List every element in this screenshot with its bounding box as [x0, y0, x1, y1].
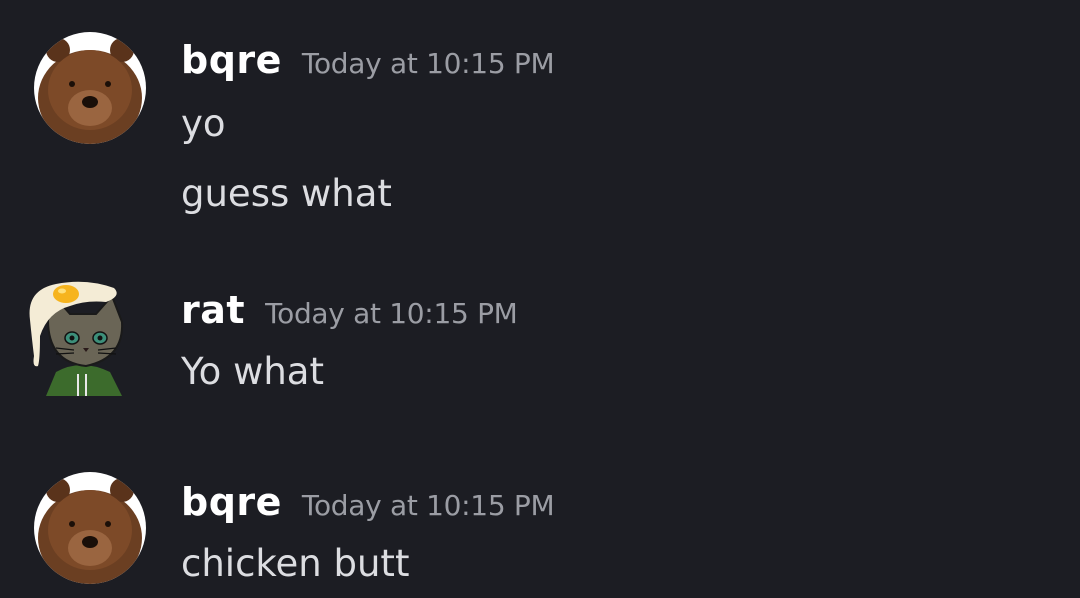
message-text: chicken butt: [181, 542, 410, 585]
timestamp: Today at 10:15 PM: [265, 297, 518, 330]
timestamp: Today at 10:15 PM: [301, 47, 555, 80]
timestamp: Today at 10:15 PM: [301, 489, 555, 522]
message-text: guess what: [181, 172, 392, 215]
message-group: bqre Today at 10:15 PM chicken butt: [0, 440, 1080, 598]
message-header: bqre Today at 10:15 PM: [181, 480, 555, 524]
message-header: bqre Today at 10:15 PM: [181, 38, 555, 82]
bear-avatar-icon[interactable]: [34, 32, 146, 144]
message-header: rat Today at 10:15 PM: [181, 288, 518, 332]
username[interactable]: bqre: [181, 38, 282, 82]
message-group: bqre Today at 10:15 PM yo guess what: [0, 0, 1080, 240]
username[interactable]: bqre: [181, 480, 282, 524]
bear-avatar-icon[interactable]: [34, 472, 146, 584]
cat-with-egg-avatar-icon[interactable]: [26, 280, 136, 396]
message-text: Yo what: [181, 350, 324, 393]
message-group: rat Today at 10:15 PM Yo what: [0, 240, 1080, 440]
username[interactable]: rat: [181, 288, 245, 332]
message-text: yo: [181, 102, 226, 145]
